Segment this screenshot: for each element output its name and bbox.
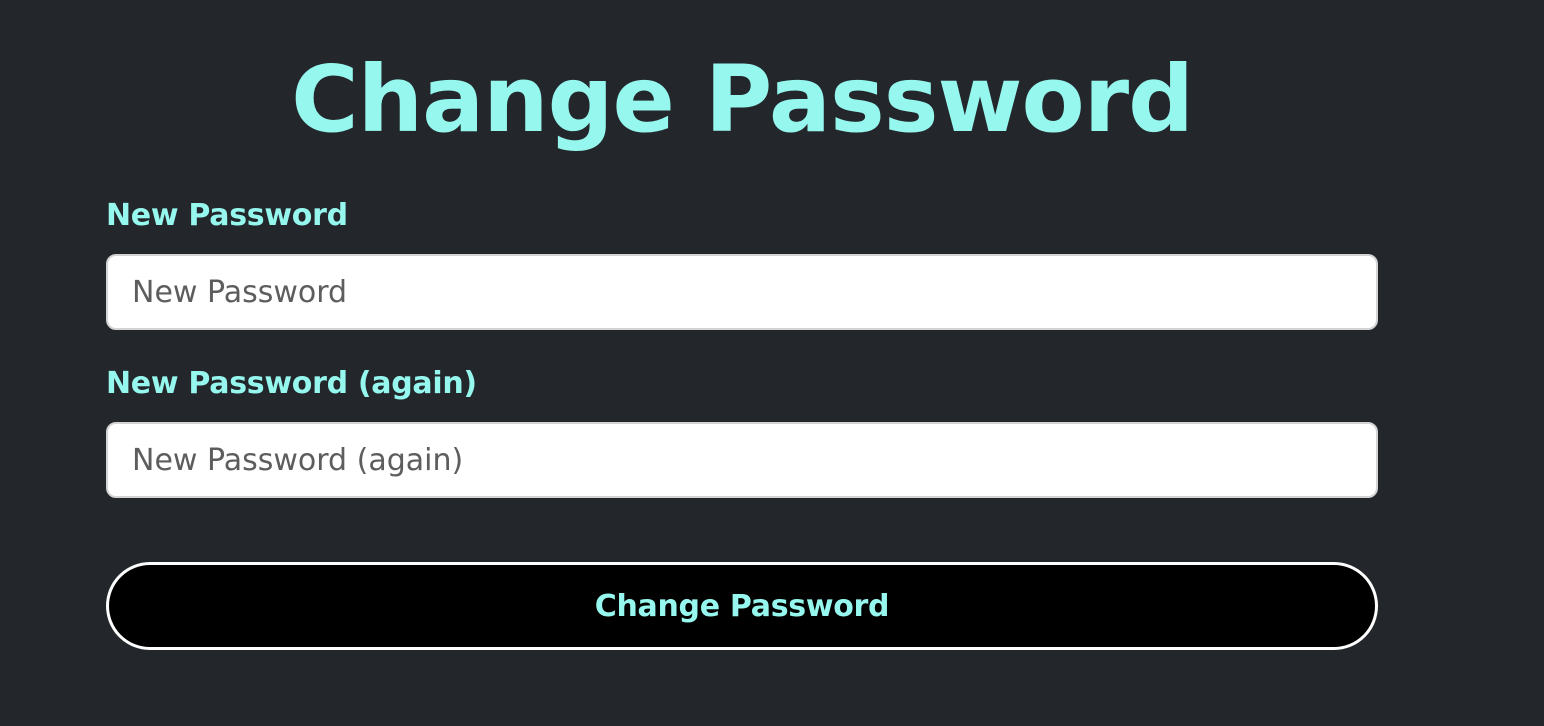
new-password-input[interactable]	[106, 254, 1378, 330]
new-password-group: New Password	[106, 196, 1378, 330]
change-password-form: New Password New Password (again) Change…	[106, 196, 1378, 650]
page-title: Change Password	[291, 46, 1194, 153]
change-password-button[interactable]: Change Password	[106, 562, 1378, 650]
change-password-page: Change Password New Password New Passwor…	[0, 0, 1544, 726]
new-password-label: New Password	[106, 198, 348, 233]
new-password-again-input[interactable]	[106, 422, 1378, 498]
new-password-again-label: New Password (again)	[106, 366, 477, 401]
new-password-again-group: New Password (again)	[106, 364, 1378, 498]
